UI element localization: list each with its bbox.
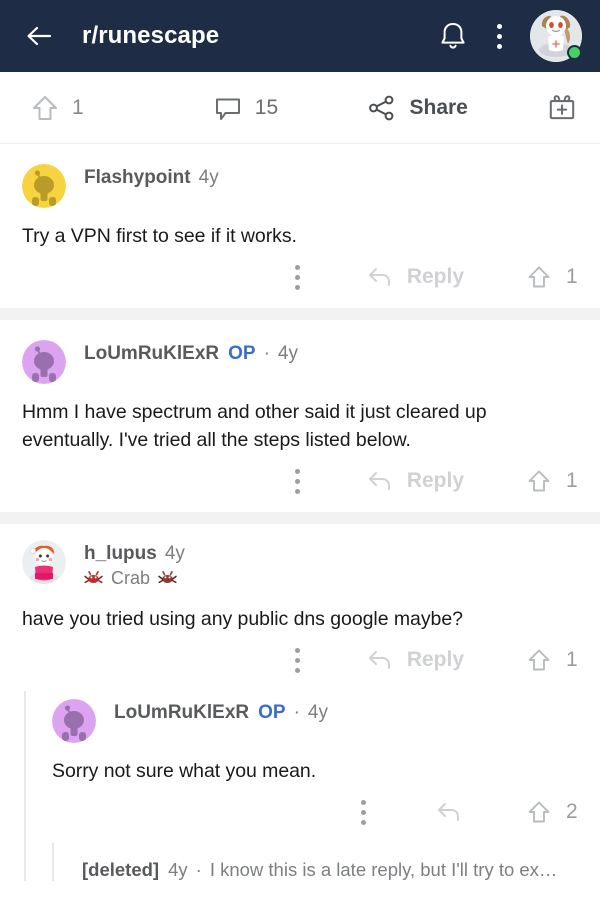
post-share-button[interactable]: Share [366,93,468,123]
op-badge: OP [228,343,256,364]
collapsed-snippet: I know this is a late reply, but I'll tr… [209,859,558,880]
comment-upvote-button[interactable]: 1 [526,468,578,494]
nested-comment-item[interactable]: LoUmRuKlExR OP · 4y Sorry not sure what … [0,691,600,881]
comment-username[interactable]: h_lupus [84,543,157,565]
kebab-dot [496,33,502,39]
section-divider [0,308,600,320]
collapsed-comment[interactable]: [deleted] 4y · I know this is a late rep… [52,843,600,881]
collapsed-username: [deleted] [82,859,160,880]
comment-age: 4y [307,702,328,723]
flair-label: Crab [111,568,151,588]
comment-body: have you tried using any public dns goog… [22,608,463,630]
avatar[interactable] [52,699,96,743]
reply-label: Reply [406,648,464,671]
comment-item[interactable]: h_lupus 4y Crab have you tried using any… [0,524,600,691]
avatar[interactable] [22,164,66,208]
reply-button[interactable]: Reply [367,264,464,290]
meta-separator: · [195,859,202,880]
comment-upvote-count: 1 [566,265,578,288]
comment-header: LoUmRuKlExR OP · 4y [52,691,600,743]
comment-upvote-count: 2 [566,800,578,823]
reply-button[interactable] [436,799,462,825]
comment-age: 4y [277,343,298,364]
meta-separator: · [293,702,300,723]
kebab-menu-icon[interactable] [360,799,366,825]
reply-label: Reply [406,469,464,492]
avatar[interactable] [22,340,66,384]
reply-button[interactable]: Reply [367,468,464,494]
thread-line [24,691,26,881]
app-header: r/runescape [0,0,600,72]
notification-bell-icon[interactable] [438,20,468,52]
thread-line [52,843,54,881]
comment-header: Flashypoint 4y [0,164,600,208]
comment-upvote-count: 1 [566,469,578,492]
comment-actions: 2 [52,785,600,843]
comment-age: 4y [198,167,219,188]
comment-header: h_lupus 4y Crab [0,540,600,589]
comment-username[interactable]: Flashypoint [84,167,191,189]
kebab-menu-icon[interactable] [295,468,301,494]
reply-label: Reply [406,265,464,288]
comment-meta: LoUmRuKlExR OP · 4y [114,699,328,724]
crab-emoji [84,570,103,587]
comment-actions: Reply 1 [0,250,600,308]
post-share-label: Share [409,95,468,119]
comment-actions: Reply 1 [0,633,600,691]
comment-upvote-count: 1 [566,648,578,671]
comment-upvote-button[interactable]: 2 [526,799,578,825]
kebab-menu-icon[interactable] [295,264,301,290]
comment-meta: Flashypoint 4y [84,164,219,189]
comment-item[interactable]: Flashypoint 4y Try a VPN first to see if… [0,144,600,308]
comment-body: Try a VPN first to see if it works. [22,225,297,247]
avatar[interactable] [530,10,582,62]
comment-body: Hmm I have spectrum and other said it ju… [22,401,487,451]
comment-actions: Reply 1 [0,454,600,512]
meta-separator: · [263,343,270,364]
page-title: r/runescape [82,22,220,49]
post-action-bar: 1 15 Share [0,72,600,144]
post-upvote-count: 1 [72,95,84,119]
comment-item[interactable]: LoUmRuKlExR OP · 4y Hmm I have spectrum … [0,320,600,512]
gift-award-icon[interactable] [546,92,578,124]
reply-button[interactable]: Reply [367,647,464,673]
comment-meta: LoUmRuKlExR OP · 4y [84,340,298,365]
comment-username[interactable]: LoUmRuKlExR [114,702,249,724]
comment-age: 4y [164,543,185,564]
post-comments-button[interactable]: 15 [213,93,278,123]
back-arrow-icon[interactable] [22,19,56,53]
post-comment-count: 15 [254,95,279,119]
kebab-menu-icon[interactable] [496,23,502,49]
kebab-menu-icon[interactable] [295,647,301,673]
comment-upvote-button[interactable]: 1 [526,264,578,290]
comment-username[interactable]: LoUmRuKlExR [84,343,219,365]
comment-header: LoUmRuKlExR OP · 4y [0,340,600,384]
crab-emoji [158,570,177,587]
kebab-dot [496,23,502,29]
avatar[interactable] [22,540,66,584]
collapsed-age: 4y [168,859,188,880]
kebab-dot [496,43,502,49]
online-status-dot [567,45,582,60]
post-upvote-button[interactable]: 1 [30,93,84,123]
comment-meta: h_lupus 4y Crab [84,540,185,589]
comment-body: Sorry not sure what you mean. [52,760,317,782]
op-badge: OP [258,702,286,723]
section-divider [0,512,600,524]
comment-upvote-button[interactable]: 1 [526,647,578,673]
user-flair[interactable]: Crab [84,568,185,589]
